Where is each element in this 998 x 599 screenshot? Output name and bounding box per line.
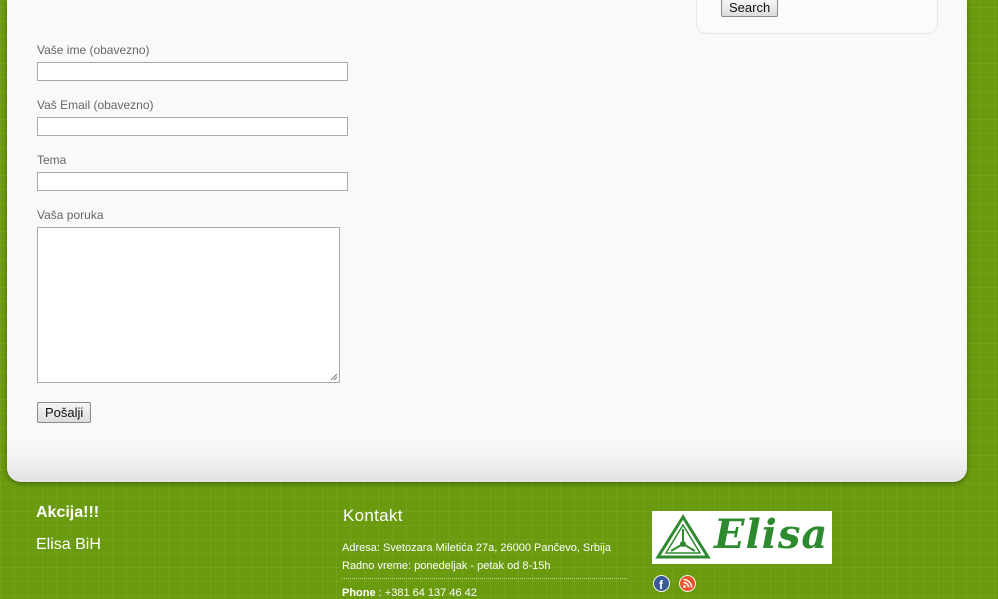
contact-divider [342, 578, 627, 579]
footer-link-elisa-bih[interactable]: Elisa BiH [36, 536, 101, 554]
logo-text: Elisa [714, 511, 829, 558]
content-panel: Search Vaše ime (obavezno) Vaš Email (ob… [7, 0, 967, 482]
message-label: Vaša poruka [37, 208, 104, 222]
name-label: Vaše ime (obavezno) [37, 43, 150, 57]
contact-hours: Radno vreme: ponedeljak - petak od 8-15h [342, 560, 551, 572]
contact-title: Kontakt [343, 506, 403, 525]
search-button[interactable]: Search [721, 0, 779, 17]
name-field[interactable] [37, 62, 348, 81]
phone-label: Phone [342, 587, 376, 599]
contact-address: Adresa: Svetozara Miletića 27a, 26000 Pa… [342, 542, 612, 554]
message-textarea[interactable] [37, 227, 340, 383]
logo-triangle-icon [655, 514, 711, 559]
subject-field[interactable] [37, 172, 348, 191]
resize-grip-icon[interactable] [330, 373, 338, 381]
search-widget: Search [696, 0, 938, 34]
footer-link-akcija[interactable]: Akcija!!! [36, 504, 99, 522]
subject-label: Tema [37, 153, 67, 167]
submit-button[interactable]: Pošalji [37, 402, 92, 423]
rss-icon[interactable] [679, 575, 696, 592]
email-field[interactable] [37, 117, 348, 136]
contact-phone: Phone : +381 64 137 46 42 [342, 587, 477, 599]
email-label: Vaš Email (obavezno) [37, 98, 154, 112]
elisa-logo[interactable]: Elisa [652, 511, 832, 564]
panel-bottom-edge [7, 436, 967, 482]
phone-value: : +381 64 137 46 42 [375, 587, 477, 599]
facebook-icon[interactable]: f [653, 575, 670, 592]
